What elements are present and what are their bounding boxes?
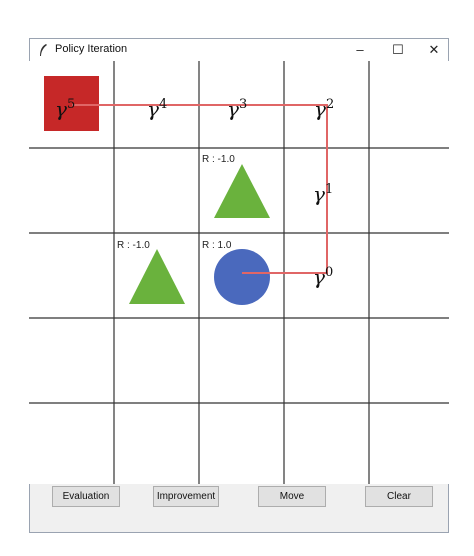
clear-button[interactable]: Clear <box>365 486 433 507</box>
maximize-button[interactable]: ☐ <box>380 39 416 61</box>
gamma-1-label: γ1 <box>313 182 333 206</box>
feather-icon <box>40 44 47 56</box>
evaluation-button[interactable]: Evaluation <box>52 486 120 507</box>
obstacle-triangle <box>214 164 270 218</box>
title-bar[interactable]: Policy Iteration – ☐ ✕ <box>30 39 448 62</box>
grid-svg: R : -1.0 R : -1.0 R : 1.0 γ5 γ4 γ3 γ2 γ1 <box>29 61 449 484</box>
obstacle-triangle <box>129 249 185 304</box>
window-title: Policy Iteration <box>55 43 128 55</box>
close-button[interactable]: ✕ <box>416 39 452 61</box>
gamma-2-label: γ2 <box>314 97 334 121</box>
grid-canvas[interactable]: R : -1.0 R : -1.0 R : 1.0 γ5 γ4 γ3 γ2 γ1 <box>29 61 449 484</box>
obstacle-reward-label: R : -1.0 <box>202 154 235 165</box>
minimize-button[interactable]: – <box>342 39 378 61</box>
improvement-button[interactable]: Improvement <box>153 486 219 507</box>
gamma-3-label: γ3 <box>227 97 247 121</box>
obstacle-reward-label: R : -1.0 <box>117 240 150 251</box>
goal-circle <box>214 249 270 305</box>
goal-reward-label: R : 1.0 <box>202 240 232 251</box>
gamma-0-label: γ0 <box>313 265 333 289</box>
move-button[interactable]: Move <box>258 486 326 507</box>
gamma-4-label: γ4 <box>147 97 167 121</box>
